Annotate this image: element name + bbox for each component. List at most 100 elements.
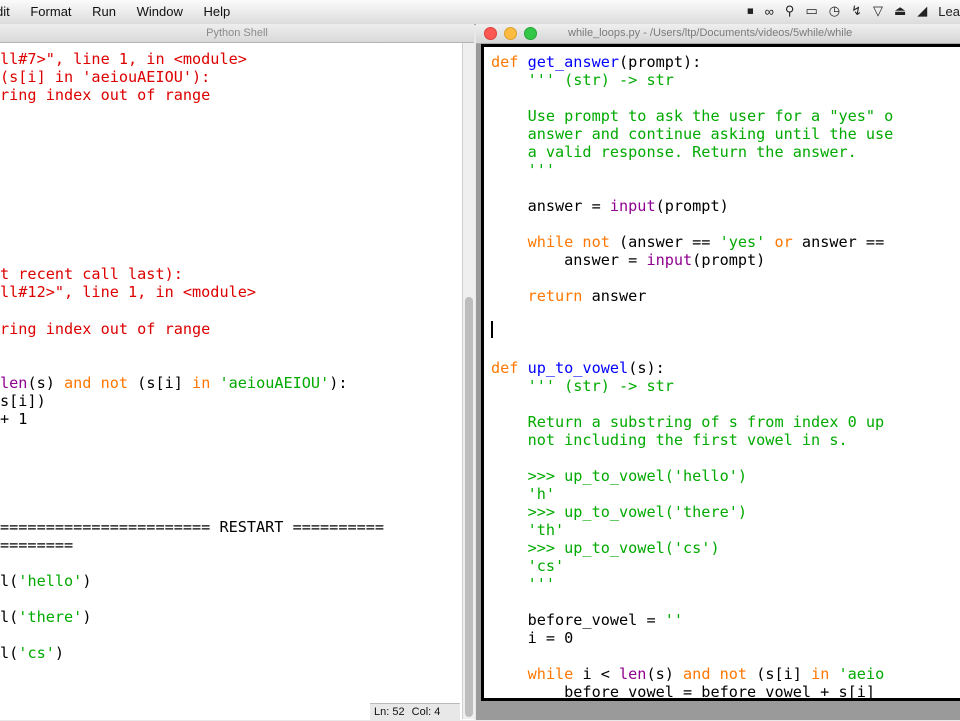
- code-line: ''': [491, 575, 555, 593]
- display-icon[interactable]: ▭: [805, 3, 817, 19]
- code-line: while i < len(s) and not (s[i] in 'aeio: [491, 665, 885, 683]
- user-menu[interactable]: Lea: [938, 4, 960, 19]
- time-machine-icon[interactable]: ◷: [829, 3, 840, 19]
- menu-run[interactable]: Run: [92, 4, 116, 19]
- code-token: (s[i]: [128, 374, 193, 392]
- code-token: while not: [491, 233, 610, 251]
- close-button[interactable]: [484, 27, 497, 40]
- shell-line: ========: [0, 536, 73, 554]
- shell-line: ring index out of range: [0, 320, 210, 338]
- editor-frame: def get_answer(prompt): ''' (str) -> str…: [481, 44, 960, 701]
- code-token: or: [774, 233, 793, 251]
- code-token: ring index out of range: [0, 86, 211, 104]
- code-token: 'th': [491, 521, 565, 539]
- code-line: before_vowel = '': [491, 611, 683, 629]
- shell-line: l('cs'): [0, 644, 64, 662]
- code-token: (s):: [628, 359, 665, 377]
- code-token: i <: [573, 665, 620, 683]
- code-token: + 1: [0, 410, 28, 428]
- menu-window[interactable]: Window: [137, 4, 183, 19]
- code-token: ): [82, 572, 92, 590]
- code-line: answer = input(prompt): [491, 251, 765, 269]
- glasses-icon[interactable]: ∞: [765, 4, 774, 19]
- code-token: (s[i] in 'aeiouAEIOU'):: [0, 68, 211, 86]
- eject-icon[interactable]: ⏏: [894, 3, 906, 19]
- code-token: 'yes': [719, 233, 766, 251]
- minimize-button[interactable]: [504, 27, 517, 40]
- code-editor[interactable]: def get_answer(prompt): ''' (str) -> str…: [484, 47, 960, 698]
- code-token: ''' (str) -> str: [491, 71, 674, 89]
- code-token: len: [619, 665, 647, 683]
- wifi-icon[interactable]: ▽: [873, 3, 883, 19]
- editor-window: while_loops.py - /Users/ltp/Documents/vi…: [476, 24, 960, 720]
- shell-line: (s[i] in 'aeiouAEIOU'):: [0, 68, 210, 86]
- shell-line: l('there'): [0, 608, 91, 626]
- code-line: before_vowel = before_vowel + s[i]: [491, 683, 875, 698]
- code-token: 'there': [18, 608, 83, 626]
- shell-scroll-thumb[interactable]: [465, 297, 473, 717]
- code-token: (s[i]: [747, 665, 812, 683]
- code-token: Return a substring of s from index 0 up: [491, 413, 885, 431]
- code-token: in: [192, 374, 211, 392]
- shell-line: ring index out of range: [0, 86, 210, 104]
- bluetooth-icon[interactable]: ↯: [851, 3, 862, 19]
- shell-status-bar: Ln: 52 Col: 4: [370, 703, 460, 721]
- code-token: return: [491, 287, 583, 305]
- code-token: 'aeiouAEIOU': [219, 374, 330, 392]
- shell-line: len(s) and not (s[i] in 'aeiouAEIOU'):: [0, 374, 348, 392]
- code-token: and not: [683, 665, 748, 683]
- code-token: ): [54, 644, 65, 662]
- code-token: 'cs': [18, 644, 55, 662]
- code-line: 'cs': [491, 557, 565, 575]
- code-token: input: [609, 197, 656, 215]
- volume-icon[interactable]: ◢: [917, 3, 927, 19]
- code-line: >>> up_to_vowel('cs'): [491, 539, 720, 557]
- code-line: >>> up_to_vowel('there'): [491, 503, 747, 521]
- editor-title-bar: while_loops.py - /Users/ltp/Documents/vi…: [476, 24, 960, 44]
- code-token: >>> up_to_vowel('hello'): [491, 467, 748, 485]
- shell-line: t recent call last):: [0, 265, 183, 283]
- code-token: ''': [491, 575, 556, 593]
- code-token: before_vowel =: [491, 611, 665, 629]
- code-token: ll#7>", line 1, in <module>: [0, 50, 247, 68]
- col-indicator: Col: 4: [411, 706, 441, 718]
- code-token: and not: [64, 374, 129, 392]
- code-token: in: [811, 665, 830, 683]
- code-token: ======================= RESTART ========…: [0, 518, 385, 536]
- code-token: >>> up_to_vowel('cs'): [491, 539, 720, 557]
- code-token: answer =: [491, 251, 647, 269]
- shell-line: ll#12>", line 1, in <module>: [0, 283, 256, 301]
- code-token: l(: [0, 644, 19, 662]
- zoom-button[interactable]: [524, 27, 537, 40]
- shell-line: s[i]): [0, 392, 46, 410]
- code-token: ========: [0, 536, 74, 554]
- code-line: while not (answer == 'yes' or answer ==: [491, 233, 885, 251]
- code-line: ''': [491, 161, 555, 179]
- code-token: while: [491, 665, 574, 683]
- menu-help[interactable]: Help: [204, 4, 231, 19]
- menu-format[interactable]: Format: [30, 4, 71, 19]
- code-line: def get_answer(prompt):: [491, 53, 701, 71]
- code-token: def: [491, 53, 519, 71]
- code-token: ''' (str) -> str: [491, 377, 674, 395]
- shell-line: l('hello'): [0, 572, 91, 590]
- code-token: ll#12>", line 1, in <module>: [0, 283, 257, 301]
- code-line: ''' (str) -> str: [491, 71, 674, 89]
- shell-line: + 1: [0, 410, 27, 428]
- camera-icon[interactable]: ⏹: [747, 3, 754, 19]
- code-token: (prompt): [655, 197, 729, 215]
- code-token: 'h': [491, 485, 556, 503]
- menu-edit[interactable]: dit: [0, 4, 10, 19]
- code-line: answer = input(prompt): [491, 197, 729, 215]
- code-token: a valid response. Return the answer.: [491, 143, 857, 161]
- spotlight-icon[interactable]: ⚲: [785, 3, 795, 19]
- shell-scrollbar[interactable]: [462, 43, 475, 719]
- code-token: ): [82, 608, 92, 626]
- code-token: 'hello': [18, 572, 83, 590]
- shell-output[interactable]: ll#7>", line 1, in <module> (s[i] in 'ae…: [0, 50, 462, 710]
- code-line: return answer: [491, 287, 647, 305]
- code-token: '': [664, 611, 684, 629]
- menu-bar: dit Format Run Window Help ⏹ ∞ ⚲ ▭ ◷ ↯ ▽…: [0, 0, 960, 25]
